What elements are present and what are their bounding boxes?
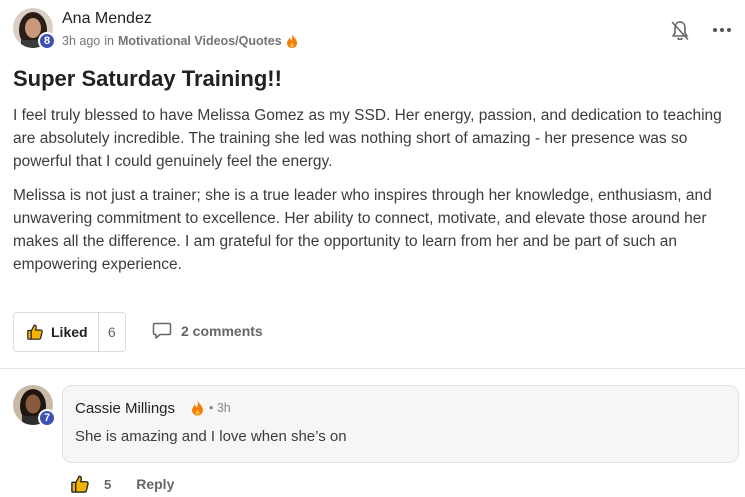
comment-like-count: 5 (104, 476, 112, 492)
like-count[interactable]: 6 (99, 324, 125, 340)
comment-bubble-icon (152, 322, 172, 339)
post-category[interactable]: Motivational Videos/Quotes (118, 34, 282, 48)
comment-bubble: Cassie Millings • 3h She is amazing and … (62, 385, 739, 463)
like-button[interactable]: Liked (14, 313, 99, 351)
comments-count-label: 2 comments (181, 323, 263, 339)
comment-time: • 3h (209, 401, 231, 415)
post-body: I feel truly blessed to have Melissa Gom… (13, 104, 738, 287)
flame-icon (286, 34, 297, 48)
comments-button[interactable]: 2 comments (152, 322, 263, 340)
author-level-badge: 8 (38, 32, 56, 50)
like-label: Liked (51, 324, 88, 340)
post-in-label: in (104, 34, 114, 48)
comment-meta: • 3h (191, 400, 231, 416)
post-time: 3h ago (62, 34, 101, 48)
author-name[interactable]: Ana Mendez (62, 10, 152, 28)
more-horizontal-icon[interactable] (710, 18, 734, 42)
post-paragraph: I feel truly blessed to have Melissa Gom… (13, 107, 722, 170)
comment-text: She is amazing and I love when she’s on (75, 428, 347, 445)
bell-off-icon[interactable] (670, 20, 690, 42)
commenter-name[interactable]: Cassie Millings (75, 400, 175, 417)
flame-icon (192, 400, 203, 416)
comment-actions: 5 Reply (71, 475, 174, 493)
post-title: Super Saturday Training!! (13, 66, 282, 91)
post-header: 8 Ana Mendez 3h ago in Motivational Vide… (13, 6, 745, 52)
like-control: Liked 6 (13, 312, 126, 352)
thumbs-up-icon (71, 475, 89, 493)
comment-like-button[interactable]: 5 (71, 475, 111, 493)
divider (0, 368, 745, 369)
post-paragraph: Melissa is not just a trainer; she is a … (13, 187, 712, 273)
thumbs-up-icon (27, 324, 43, 340)
commenter-level-badge: 7 (38, 409, 56, 427)
reply-button[interactable]: Reply (136, 476, 174, 492)
post-meta: 3h ago in Motivational Videos/Quotes (62, 34, 298, 48)
